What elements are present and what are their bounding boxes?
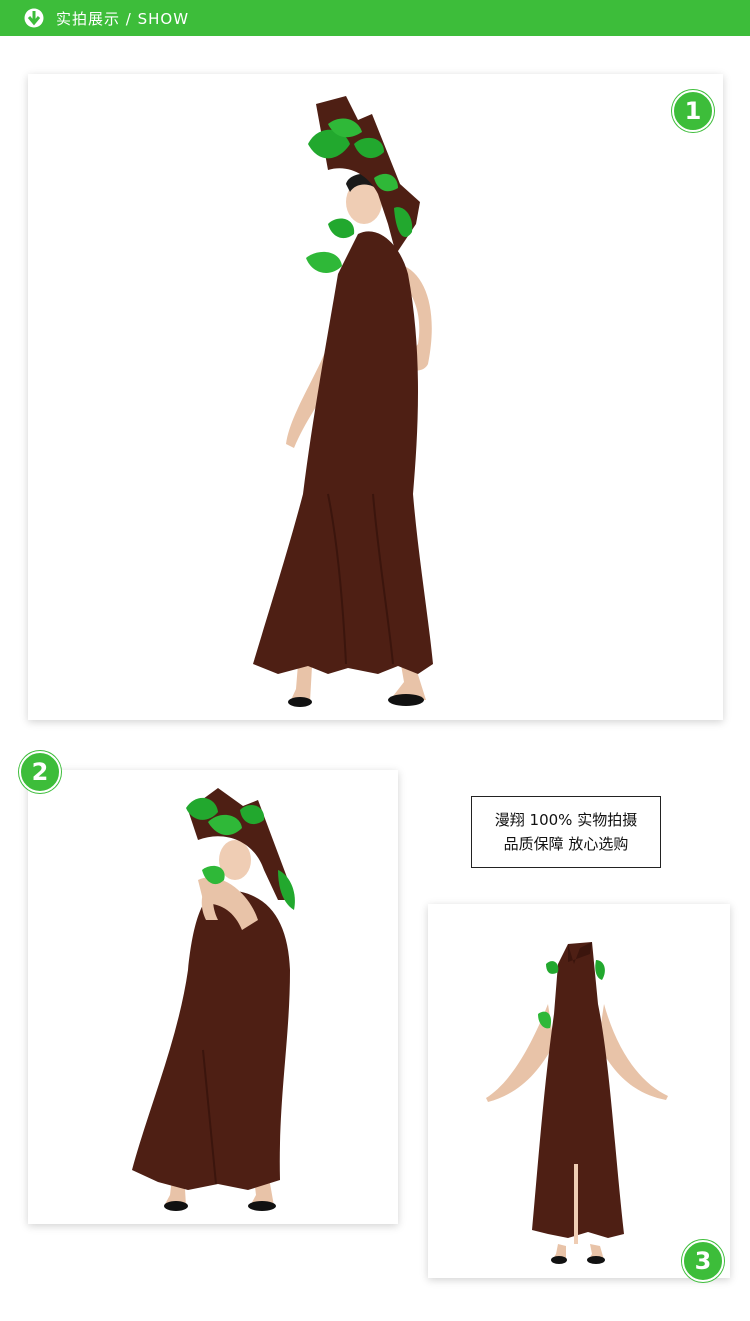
section-header: 实拍展示 / SHOW (0, 0, 750, 36)
authenticity-notice: 漫翔 100% 实物拍摄 品质保障 放心选购 (471, 796, 661, 868)
product-photo-side (28, 770, 398, 1224)
photo-number-badge: 2 (19, 751, 61, 793)
photo-number-badge: 3 (682, 1240, 724, 1282)
notice-line-2: 品质保障 放心选购 (503, 835, 629, 853)
product-photo-back (428, 904, 730, 1278)
notice-line-1: 漫翔 100% 实物拍摄 (494, 811, 638, 829)
tree-costume-figure (132, 788, 295, 1211)
section-title: 实拍展示 / SHOW (56, 10, 190, 28)
photo-number-badge: 1 (672, 90, 714, 132)
tree-costume-figure (253, 96, 433, 707)
product-photo-front: 1 (28, 74, 723, 720)
down-arrow-circle-icon (24, 8, 44, 28)
tree-costume-figure (486, 942, 668, 1264)
